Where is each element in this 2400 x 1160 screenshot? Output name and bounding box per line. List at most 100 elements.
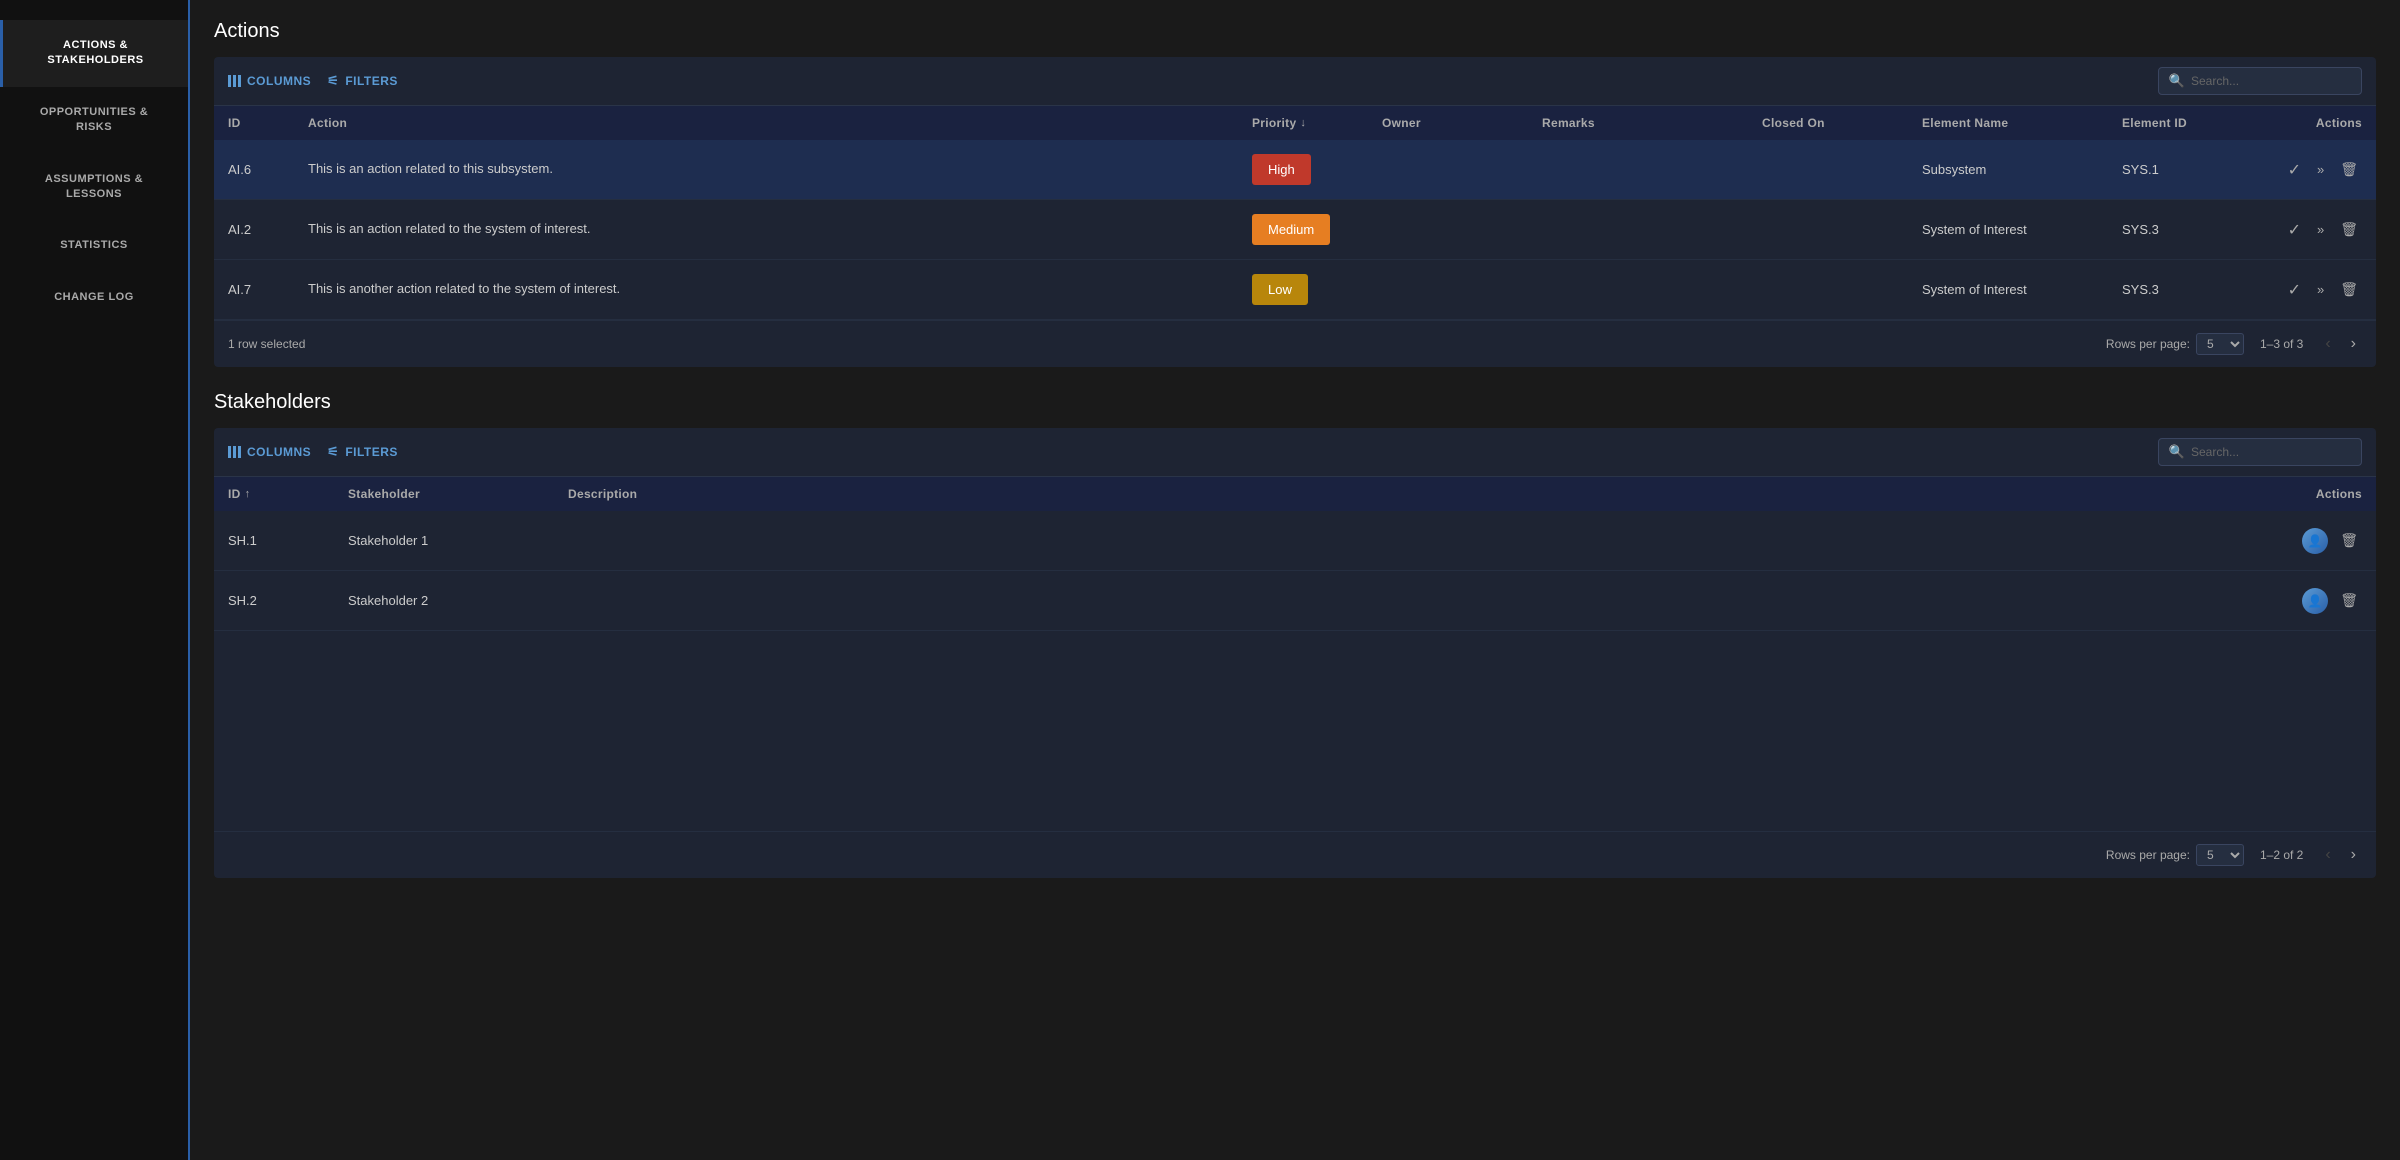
rows-per-page-select[interactable]: 5 10 25 [2196,844,2244,866]
row-action: This is an action related to this subsys… [308,148,1252,190]
col-closed-on: Closed On [1762,116,1922,130]
row-element-id: SYS.1 [2122,162,2262,177]
actions-search-input[interactable] [2191,74,2351,88]
delete-button[interactable]: 🗑 [2336,159,2362,180]
col-action: Action [308,116,1252,130]
pagination: Rows per page: 5 10 25 1–3 of 3 ‹ › [2106,333,2362,355]
page-info: 1–3 of 3 [2260,337,2303,351]
table-row[interactable]: SH.1 Stakeholder 1 👤 🗑 [214,511,2376,571]
row-action: This is another action related to the sy… [308,268,1252,310]
filter-icon: ⚟ [327,444,339,460]
delete-button[interactable]: 🗑 [2336,279,2362,300]
row-actions: 👤 🗑 [2262,588,2362,614]
col-description: Description [568,487,2262,501]
rows-per-page: Rows per page: 5 10 25 [2106,333,2244,355]
table-row[interactable]: AI.6 This is an action related to this s… [214,140,2376,200]
priority-badge-high: High [1252,154,1311,185]
stakeholders-filters-button[interactable]: ⚟ FILTERS [327,444,398,460]
row-actions: ✓ » 🗑 [2262,158,2362,182]
stakeholders-search-container: 🔍 [2158,438,2362,466]
prev-page-button[interactable]: ‹ [2319,844,2336,866]
col-actions: Actions [2262,116,2362,130]
row-element-name: Subsystem [1922,162,2122,177]
sidebar-item-statistics[interactable]: STATISTICS [0,220,188,271]
sort-down-icon: ↓ [1300,117,1306,129]
table-row[interactable]: AI.2 This is an action related to the sy… [214,200,2376,260]
priority-badge-low: Low [1252,274,1308,305]
sidebar-item-actions-stakeholders[interactable]: ACTIONS & STAKEHOLDERS [0,20,188,87]
actions-table-container: COLUMNS ⚟ FILTERS 🔍 ID Action Priority ↓ [214,57,2376,367]
row-priority: Medium [1252,222,1382,237]
delete-button[interactable]: 🗑 [2336,219,2362,240]
actions-filters-button[interactable]: ⚟ FILTERS [327,73,398,89]
stakeholders-columns-button[interactable]: COLUMNS [228,445,311,459]
row-actions: 👤 🗑 [2262,528,2362,554]
page-info: 1–2 of 2 [2260,848,2303,862]
delete-button[interactable]: 🗑 [2336,590,2362,611]
row-element-name: System of Interest [1922,282,2122,297]
next-page-button[interactable]: › [2345,844,2362,866]
complete-button[interactable]: ✓ [2284,278,2305,302]
stakeholders-table-header: ID ↑ Stakeholder Description Actions [214,477,2376,511]
actions-search-container: 🔍 [2158,67,2362,95]
navigate-button[interactable]: » [2313,220,2328,239]
col-id: ID [228,116,308,130]
stakeholders-search-input[interactable] [2191,445,2351,459]
sidebar-item-opportunities-risks[interactable]: OPPORTUNITIES & RISKS [0,87,188,154]
stakeholders-table-footer: Rows per page: 5 10 25 1–2 of 2 ‹ › [214,831,2376,878]
row-actions: ✓ » 🗑 [2262,218,2362,242]
stakeholders-toolbar: COLUMNS ⚟ FILTERS 🔍 [214,428,2376,477]
row-id: AI.2 [228,222,308,237]
delete-button[interactable]: 🗑 [2336,530,2362,551]
row-id: SH.1 [228,533,348,548]
actions-toolbar: COLUMNS ⚟ FILTERS 🔍 [214,57,2376,106]
col-priority[interactable]: Priority ↓ [1252,116,1382,130]
navigate-button[interactable]: » [2313,280,2328,299]
next-page-button[interactable]: › [2345,333,2362,355]
col-actions: Actions [2262,487,2362,501]
prev-page-button[interactable]: ‹ [2319,333,2336,355]
sort-up-icon: ↑ [245,488,251,500]
stakeholders-title: Stakeholders [214,391,2376,414]
stakeholders-table-container: COLUMNS ⚟ FILTERS 🔍 ID ↑ Stakeholder Des… [214,428,2376,878]
row-id: AI.7 [228,282,308,297]
columns-icon [228,446,241,458]
search-icon: 🔍 [2169,444,2185,460]
selected-count: 1 row selected [228,337,2106,351]
row-stakeholder: Stakeholder 2 [348,593,568,608]
col-stakeholder: Stakeholder [348,487,568,501]
col-id[interactable]: ID ↑ [228,487,348,501]
row-id: SH.2 [228,593,348,608]
actions-title: Actions [214,20,2376,43]
table-row[interactable]: SH.2 Stakeholder 2 👤 🗑 [214,571,2376,631]
sidebar-item-assumptions-lessons[interactable]: ASSUMPTIONS & LESSONS [0,154,188,221]
sidebar-item-change-log[interactable]: CHANGE LOG [0,272,188,323]
col-remarks: Remarks [1542,116,1762,130]
sidebar: ACTIONS & STAKEHOLDERS OPPORTUNITIES & R… [0,0,190,1160]
filter-icon: ⚟ [327,73,339,89]
row-priority: High [1252,162,1382,177]
complete-button[interactable]: ✓ [2284,158,2305,182]
row-stakeholder: Stakeholder 1 [348,533,568,548]
columns-icon [228,75,241,87]
navigate-button[interactable]: » [2313,160,2328,179]
col-element-id: Element ID [2122,116,2262,130]
rows-per-page-select[interactable]: 5 10 25 [2196,333,2244,355]
stakeholder-avatar-button[interactable]: 👤 [2302,528,2328,554]
col-owner: Owner [1382,116,1542,130]
actions-table-footer: 1 row selected Rows per page: 5 10 25 1–… [214,320,2376,367]
row-element-id: SYS.3 [2122,222,2262,237]
main-content: Actions COLUMNS ⚟ FILTERS 🔍 [190,0,2400,1160]
page-navigation: ‹ › [2319,844,2362,866]
pagination: Rows per page: 5 10 25 1–2 of 2 ‹ › [2106,844,2362,866]
complete-button[interactable]: ✓ [2284,218,2305,242]
priority-badge-medium: Medium [1252,214,1330,245]
actions-columns-button[interactable]: COLUMNS [228,74,311,88]
row-priority: Low [1252,282,1382,297]
table-row[interactable]: AI.7 This is another action related to t… [214,260,2376,320]
stakeholder-avatar-button[interactable]: 👤 [2302,588,2328,614]
row-element-id: SYS.3 [2122,282,2262,297]
row-element-name: System of Interest [1922,222,2122,237]
page-navigation: ‹ › [2319,333,2362,355]
rows-per-page: Rows per page: 5 10 25 [2106,844,2244,866]
